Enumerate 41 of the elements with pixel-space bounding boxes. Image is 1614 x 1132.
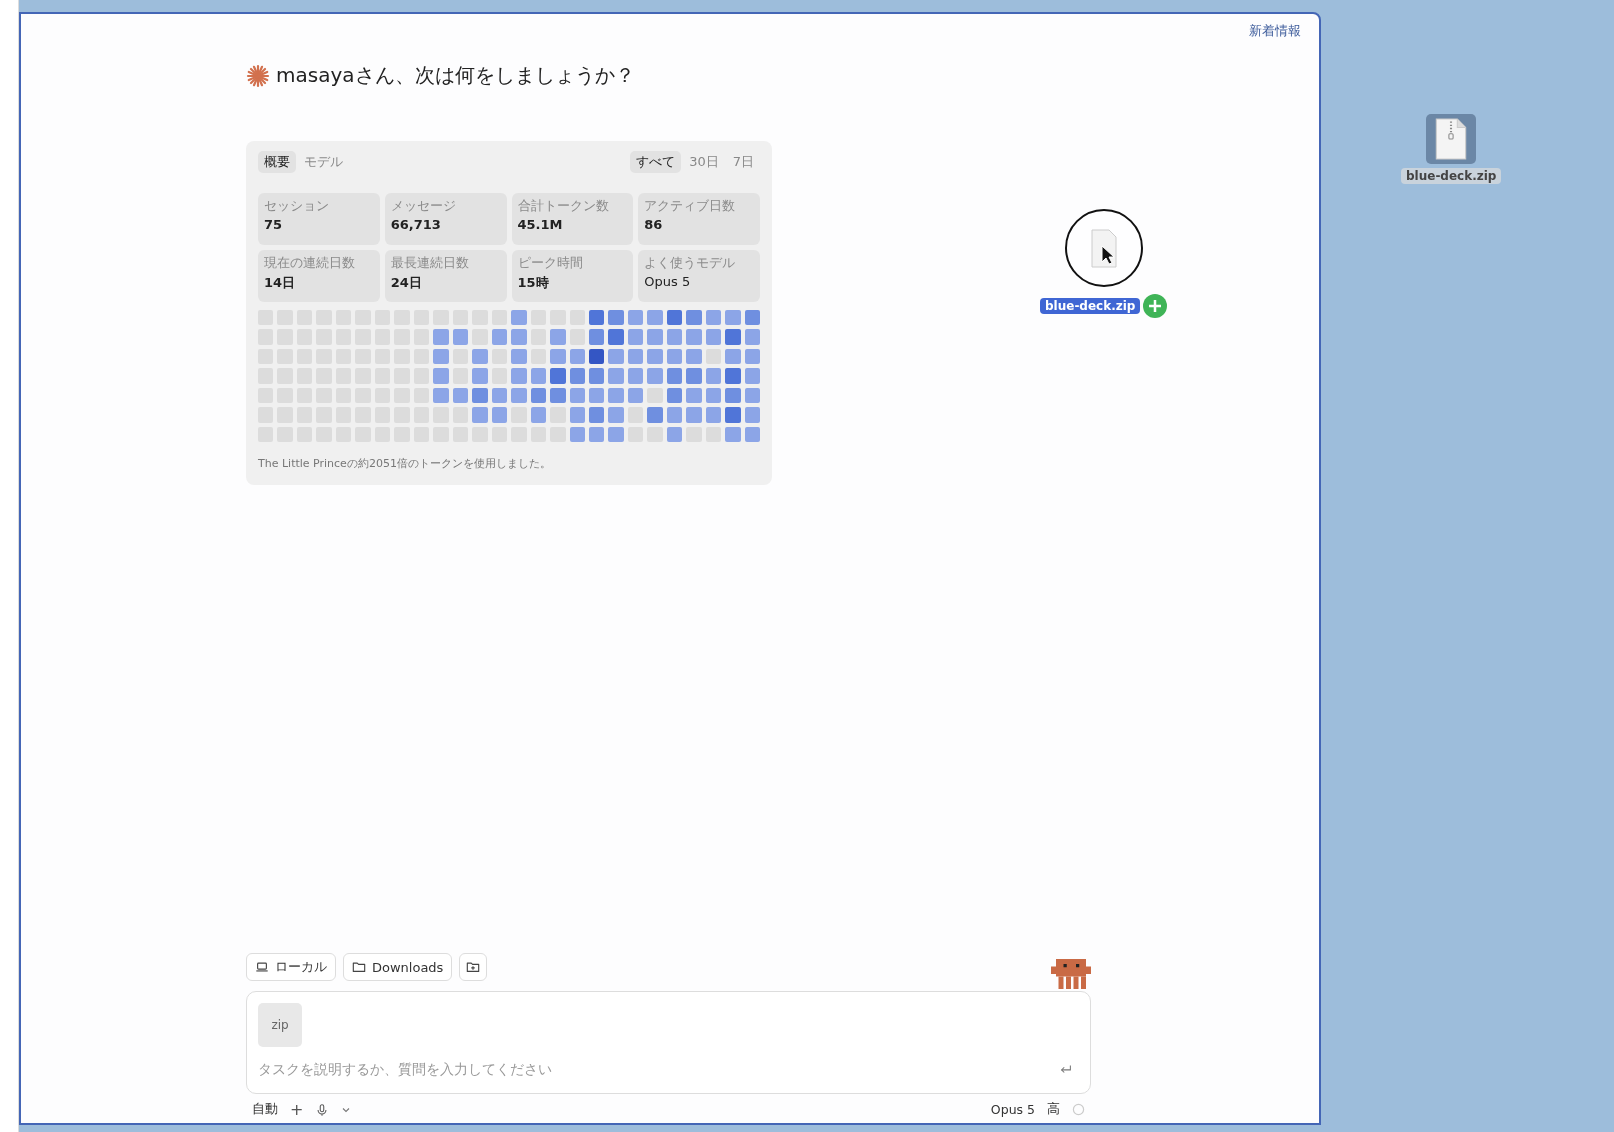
range-tab[interactable]: すべて bbox=[630, 151, 682, 173]
task-input[interactable]: タスクを説明するか、質問を入力してください bbox=[258, 1059, 1059, 1079]
folder-plus-icon bbox=[466, 960, 481, 974]
add-button[interactable]: + bbox=[290, 1100, 304, 1119]
laptop-icon bbox=[255, 960, 269, 974]
stat-value: 15時 bbox=[517, 274, 550, 292]
pixel-creature-icon bbox=[1051, 959, 1091, 989]
add-folder-button[interactable] bbox=[459, 953, 488, 981]
view-tab[interactable]: 概要 bbox=[258, 151, 296, 173]
stat-label: 現在の連続日数 bbox=[264, 255, 356, 272]
stat-label: よく使うモデル bbox=[644, 255, 737, 272]
environment-chip[interactable]: ローカル bbox=[246, 953, 336, 981]
circle-icon bbox=[1072, 1103, 1085, 1116]
zip-attachment[interactable]: zip bbox=[258, 1003, 302, 1047]
plus-badge-icon bbox=[1143, 294, 1168, 318]
stat-label: ピーク時間 bbox=[517, 255, 584, 272]
stat-value: 14日 bbox=[264, 274, 297, 292]
whats-new-link[interactable]: 新着情報 bbox=[1249, 22, 1301, 44]
stat-label: セッション bbox=[264, 198, 330, 215]
stat-label: メッセージ bbox=[390, 198, 457, 215]
file-name-label[interactable]: blue-deck.zip bbox=[1401, 168, 1502, 184]
dragged-file-label: blue-deck.zip bbox=[1040, 298, 1141, 314]
greeting: masayaさん、次は何をしましょうか？ bbox=[276, 62, 635, 89]
mode-selector[interactable]: 自動 bbox=[252, 1101, 278, 1118]
stat-value: 24日 bbox=[390, 274, 423, 292]
folder-chip[interactable]: Downloads bbox=[343, 953, 453, 981]
message-composer[interactable]: zip タスクを説明するか、質問を入力してください bbox=[246, 991, 1091, 1094]
zip-file-icon[interactable] bbox=[1426, 114, 1477, 164]
stat-label: アクティブ日数 bbox=[644, 198, 737, 215]
folder-icon bbox=[352, 960, 366, 974]
usage-footnote: The Little Princeの約2051倍のトークンを使用しました。 bbox=[258, 456, 552, 472]
stat-label: 合計トークン数 bbox=[517, 198, 610, 215]
stat-label: 最長連続日数 bbox=[390, 255, 470, 272]
stat-value: 86 bbox=[644, 217, 664, 232]
effort-selector[interactable]: 高 bbox=[1047, 1101, 1060, 1118]
starburst-icon bbox=[246, 63, 270, 88]
stat-value: 66,713 bbox=[390, 217, 442, 232]
model-selector[interactable]: Opus 5 bbox=[990, 1102, 1035, 1117]
stat-value: 75 bbox=[264, 217, 284, 232]
stat-value: Opus 5 bbox=[644, 274, 692, 289]
stat-value: 45.1M bbox=[517, 217, 564, 232]
